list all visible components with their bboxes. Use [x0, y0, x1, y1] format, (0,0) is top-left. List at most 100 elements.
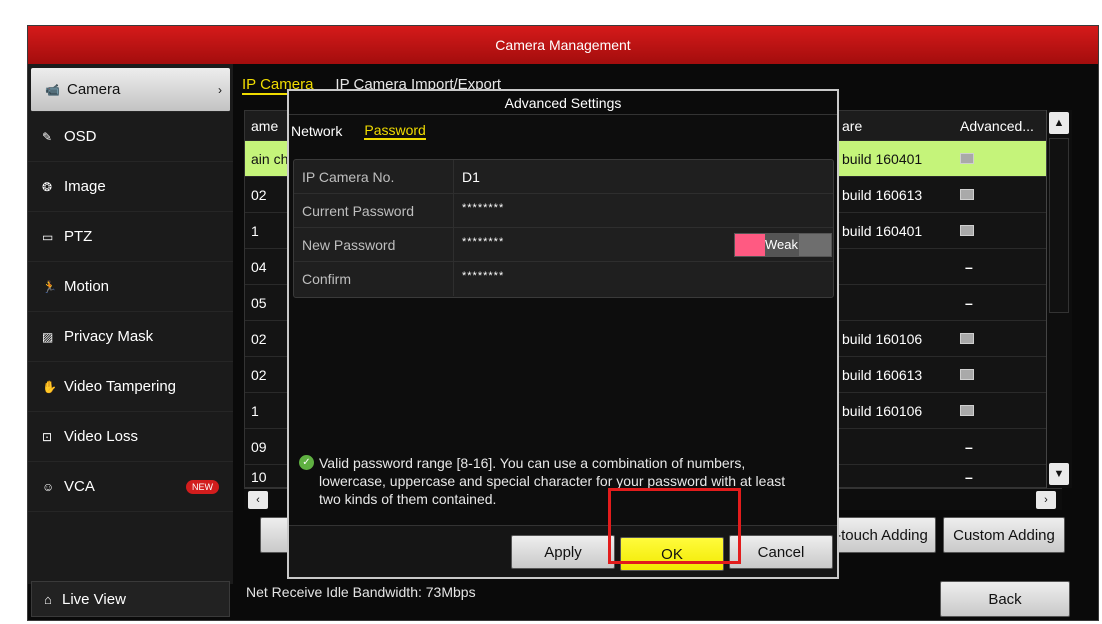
- row-advanced-empty: –: [965, 438, 973, 455]
- camera-no-value: D1: [462, 168, 480, 185]
- advanced-settings-icon[interactable]: [960, 177, 974, 212]
- vertical-scrollbar[interactable]: ▲ ▼: [1046, 110, 1072, 488]
- password-form: IP Camera No. D1 Current Password ******…: [293, 159, 834, 298]
- scroll-thumb[interactable]: [1049, 138, 1069, 313]
- sidebar-item-video-loss[interactable]: ⊡ Video Loss: [28, 412, 233, 462]
- one-touch-adding-button[interactable]: -touch Adding: [828, 517, 936, 553]
- row-name: 09: [251, 438, 267, 455]
- bandwidth-status: Net Receive Idle Bandwidth: 73Mbps: [246, 584, 476, 600]
- advanced-settings-icon[interactable]: [960, 213, 974, 248]
- sidebar-item-label: Motion: [64, 278, 110, 295]
- confirm-password-input[interactable]: ********: [462, 262, 504, 296]
- camera-management-window: Camera Management 📹 Camera › ✎ OSD ❂ Ima…: [27, 25, 1099, 621]
- sidebar-item-camera[interactable]: 📹 Camera ›: [31, 68, 230, 112]
- sidebar-item-osd[interactable]: ✎ OSD: [28, 112, 233, 162]
- column-header-name[interactable]: ame: [251, 111, 278, 140]
- camera-icon: 📹: [45, 82, 60, 97]
- check-icon: ✓: [299, 455, 314, 470]
- field-row-new-password: New Password ******** Weak: [294, 228, 833, 262]
- field-row-confirm: Confirm ********: [294, 262, 833, 296]
- row-firmware: build 160613: [842, 186, 923, 203]
- row-firmware: build 160106: [842, 402, 923, 419]
- video-loss-icon: ⊡: [42, 429, 53, 444]
- sidebar-item-label: Camera: [67, 81, 121, 98]
- dialog-title: Advanced Settings: [289, 91, 837, 115]
- highlight-box: [608, 488, 741, 564]
- row-name: 04: [251, 258, 267, 275]
- row-name: 02: [251, 366, 267, 383]
- row-advanced-empty: –: [965, 469, 973, 485]
- new-badge: NEW: [186, 479, 219, 494]
- image-icon: ❂: [42, 179, 53, 194]
- apply-button[interactable]: Apply: [511, 535, 615, 569]
- field-label: New Password: [294, 228, 454, 261]
- field-label: IP Camera No.: [294, 160, 454, 193]
- dialog-footer: Apply OK Cancel: [289, 525, 837, 577]
- scroll-right-button[interactable]: ›: [1036, 491, 1056, 509]
- field-label: Confirm: [294, 262, 454, 296]
- cancel-button[interactable]: Cancel: [729, 535, 833, 569]
- sidebar-item-label: VCA: [64, 478, 95, 495]
- strength-fill: [735, 234, 765, 256]
- sidebar-item-label: Privacy Mask: [64, 328, 154, 345]
- current-password-input[interactable]: ********: [462, 194, 504, 227]
- row-firmware: build 160401: [842, 150, 923, 167]
- sidebar: 📹 Camera › ✎ OSD ❂ Image ▭ PTZ 🏃 Motion …: [28, 64, 233, 584]
- home-icon: ⌂: [44, 591, 52, 607]
- row-name: 1: [251, 222, 259, 239]
- motion-icon: 🏃: [42, 279, 57, 294]
- back-button[interactable]: Back: [940, 581, 1070, 617]
- row-name: 02: [251, 186, 267, 203]
- dialog-tabs: Network Password: [289, 115, 837, 147]
- column-header-advanced[interactable]: Advanced...: [960, 111, 1034, 140]
- sidebar-item-label: OSD: [64, 128, 97, 145]
- privacy-mask-icon: ▨: [42, 329, 54, 344]
- live-view-button[interactable]: ⌂ Live View: [31, 581, 230, 617]
- scroll-left-button[interactable]: ‹: [248, 491, 268, 509]
- row-firmware: build 160613: [842, 366, 923, 383]
- row-name: 10: [251, 469, 267, 485]
- new-password-input[interactable]: ********: [462, 228, 504, 261]
- tab-network[interactable]: Network: [291, 123, 342, 139]
- column-header-firmware[interactable]: are: [842, 111, 862, 140]
- ptz-icon: ▭: [42, 229, 54, 244]
- sidebar-item-video-tampering[interactable]: ✋ Video Tampering: [28, 362, 233, 412]
- vca-icon: ☺: [42, 479, 55, 494]
- sidebar-item-label: Video Tampering: [64, 378, 177, 395]
- sidebar-item-motion[interactable]: 🏃 Motion: [28, 262, 233, 312]
- sidebar-item-image[interactable]: ❂ Image: [28, 162, 233, 212]
- scroll-down-button[interactable]: ▼: [1049, 463, 1069, 485]
- row-name: 05: [251, 294, 267, 311]
- custom-adding-button[interactable]: Custom Adding: [943, 517, 1065, 553]
- advanced-settings-icon[interactable]: [960, 393, 974, 428]
- tab-password[interactable]: Password: [364, 122, 426, 140]
- row-advanced-empty: –: [965, 294, 973, 311]
- row-name: 02: [251, 330, 267, 347]
- row-name: 1: [251, 402, 259, 419]
- field-label: Current Password: [294, 194, 454, 227]
- field-row-current-password: Current Password ********: [294, 194, 833, 228]
- row-firmware: build 160401: [842, 222, 923, 239]
- video-tampering-icon: ✋: [42, 379, 57, 394]
- strength-label: Weak: [765, 234, 799, 256]
- advanced-settings-dialog: Advanced Settings Network Password IP Ca…: [287, 89, 839, 579]
- sidebar-item-label: Video Loss: [64, 428, 138, 445]
- sidebar-item-privacy-mask[interactable]: ▨ Privacy Mask: [28, 312, 233, 362]
- scroll-up-button[interactable]: ▲: [1049, 112, 1069, 134]
- osd-icon: ✎: [42, 129, 53, 144]
- window-title: Camera Management: [28, 26, 1098, 64]
- sidebar-item-ptz[interactable]: ▭ PTZ: [28, 212, 233, 262]
- advanced-settings-icon[interactable]: [960, 357, 974, 392]
- sidebar-item-label: PTZ: [64, 228, 93, 245]
- advanced-settings-icon[interactable]: [960, 141, 974, 176]
- field-row-camera-no: IP Camera No. D1: [294, 160, 833, 194]
- advanced-settings-icon[interactable]: [960, 321, 974, 356]
- row-advanced-empty: –: [965, 258, 973, 275]
- live-view-label: Live View: [62, 590, 126, 608]
- chevron-right-icon: ›: [218, 82, 222, 97]
- sidebar-item-vca[interactable]: ☺ VCA NEW: [28, 462, 233, 512]
- strength-empty: [799, 234, 831, 256]
- password-strength-meter: Weak: [734, 233, 832, 257]
- row-name: ain ch: [251, 150, 289, 167]
- row-firmware: build 160106: [842, 330, 923, 347]
